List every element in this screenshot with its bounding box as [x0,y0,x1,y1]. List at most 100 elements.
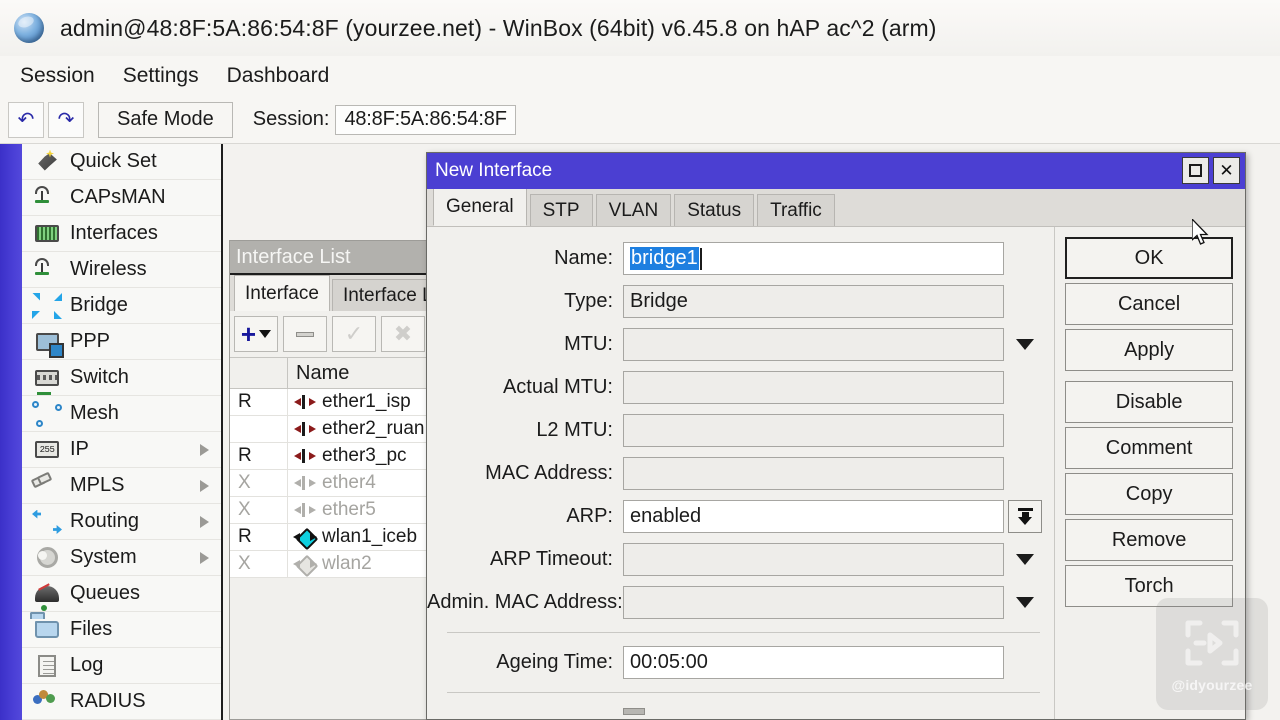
ageing-time-input[interactable]: 00:05:00 [623,646,1005,679]
row-name-cell: wlan1_iceb [288,526,417,548]
comment-button[interactable]: Comment [1065,427,1233,469]
watermark-handle: @idyourzee [1171,677,1253,693]
label-arp: ARP: [566,505,613,527]
label-actual-mtu: Actual MTU: [502,376,613,398]
dropdown-arrow-icon [1017,508,1033,525]
ethernet-icon [294,503,316,517]
menu-item-session[interactable]: Session [6,62,109,90]
ethernet-icon [294,395,316,409]
mtu-dropdown-button[interactable] [1008,328,1042,361]
bridge-icon [32,292,62,319]
sidebar-item-files[interactable]: Files [22,612,221,648]
sidebar-item-ip[interactable]: 255 IP [22,432,221,468]
sidebar-item-wireless[interactable]: Wireless [22,252,221,288]
sidebar-item-label: Files [70,618,113,640]
main-toolbar: ↶ ↷ Safe Mode Session: 48:8F:5A:86:54:8F [0,96,1280,144]
sidebar-item-label: Queues [70,582,141,604]
sidebar-item-switch[interactable]: Switch [22,360,221,396]
mtu-input[interactable] [623,328,1005,361]
field-row-arp: ARP: enabled [427,495,1054,538]
wireless-icon [32,257,62,283]
remove-button[interactable]: Remove [1065,519,1233,561]
column-header-name: Name [296,361,350,384]
queues-icon [32,581,62,607]
remove-button[interactable] [283,316,327,352]
disable-button[interactable]: Disable [1065,381,1233,423]
menu-item-settings[interactable]: Settings [109,62,213,90]
tab-general[interactable]: General [433,188,527,226]
sidebar-item-bridge[interactable]: Bridge [22,288,221,324]
plus-icon: + [240,319,257,349]
sidebar-item-capsman[interactable]: CAPsMAN [22,180,221,216]
field-row-mac-address: MAC Address: [427,452,1054,495]
sidebar-item-quick-set[interactable]: Quick Set [22,144,221,180]
dialog-body: Name: bridge1 Type: Bridge MTU: Actual M… [427,227,1245,719]
name-input[interactable]: bridge1 [623,242,1005,275]
chevron-right-icon [200,551,209,564]
minus-icon [296,331,314,337]
sidebar-item-system[interactable]: System [22,540,221,576]
chevron-right-icon [200,443,209,456]
tab-vlan[interactable]: VLAN [595,194,672,226]
channel-watermark: @idyourzee [1156,598,1268,710]
add-button[interactable]: + [234,316,278,352]
field-row-actual-mtu: Actual MTU: [427,366,1054,409]
menu-item-dashboard[interactable]: Dashboard [213,62,344,90]
label-mac-address: MAC Address: [485,462,613,484]
field-row-mtu: MTU: [427,323,1054,366]
disable-button[interactable]: ✖ [381,316,425,352]
row-flag: R [230,389,288,415]
tab-stp[interactable]: STP [529,194,593,226]
winbox-globe-icon [14,13,44,43]
row-name: ether2_ruan [322,418,425,439]
menubar: Session Settings Dashboard [0,56,1280,96]
apply-button[interactable]: Apply [1065,329,1233,371]
cross-icon: ✖ [393,321,413,346]
sidebar-item-radius[interactable]: RADIUS [22,684,221,720]
maximize-icon[interactable] [1182,157,1209,184]
sidebar-item-label: Switch [70,366,129,388]
session-input[interactable]: 48:8F:5A:86:54:8F [335,104,516,135]
tab-traffic[interactable]: Traffic [757,194,835,226]
safe-mode-button[interactable]: Safe Mode [98,101,233,138]
actual-mtu-input [623,371,1005,404]
row-flag [230,416,288,442]
sidebar-item-mpls[interactable]: MPLS [22,468,221,504]
winbox-application-window: admin@48:8F:5A:86:54:8F (yourzee.net) - … [0,0,1280,720]
ethernet-icon [294,476,316,490]
arp-timeout-dropdown-button[interactable] [1008,543,1042,576]
bottom-checkbox[interactable] [623,707,645,715]
close-icon[interactable]: ✕ [1213,157,1240,184]
redo-icon[interactable]: ↷ [48,101,84,138]
row-name-cell: ether1_isp [288,391,411,413]
sidebar-item-label: IP [70,438,89,460]
arp-select[interactable]: enabled [623,500,1005,533]
enable-button[interactable]: ✓ [332,316,376,352]
sidebar-item-ppp[interactable]: PPP [22,324,221,360]
field-row-admin-mac-address: Admin. MAC Address: [427,581,1054,624]
arp-timeout-input[interactable] [623,543,1005,576]
tab-status[interactable]: Status [674,194,755,226]
sidebar-item-interfaces[interactable]: Interfaces [22,216,221,252]
sidebar-item-label: Interfaces [70,222,158,244]
admin-mac-dropdown-button[interactable] [1008,586,1042,619]
sidebar-item-mesh[interactable]: Mesh [22,396,221,432]
form-divider [447,632,1041,633]
dialog-titlebar: New Interface ✕ [427,153,1245,189]
sidebar-item-queues[interactable]: Queues [22,576,221,612]
ok-button[interactable]: OK [1065,237,1233,279]
admin-mac-address-input[interactable] [623,586,1005,619]
field-row-arp-timeout: ARP Timeout: [427,538,1054,581]
undo-icon[interactable]: ↶ [8,101,44,138]
sidebar-item-label: System [70,546,137,568]
arp-dropdown-button[interactable] [1008,500,1043,533]
copy-button[interactable]: Copy [1065,473,1233,515]
tab-interface[interactable]: Interface [234,275,330,311]
sidebar-item-log[interactable]: Log [22,648,221,684]
cancel-button[interactable]: Cancel [1065,283,1233,325]
sidebar-item-routing[interactable]: Routing [22,504,221,540]
row-name-cell: ether5 [288,499,376,521]
sidebar-item-label: Routing [70,510,139,532]
